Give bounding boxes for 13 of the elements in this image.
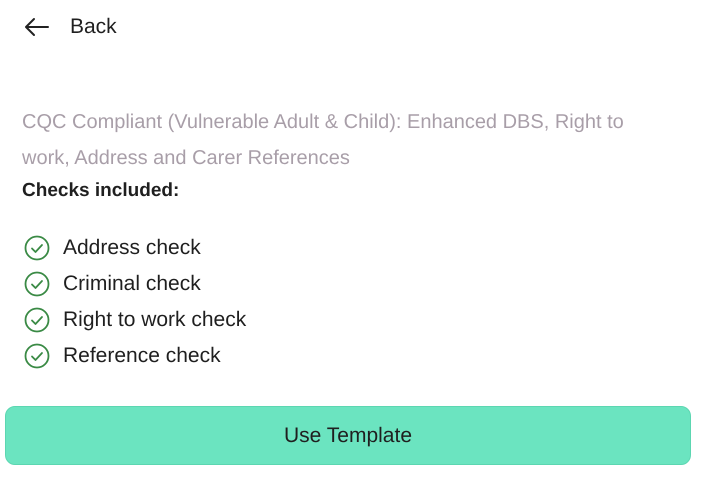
check-circle-icon xyxy=(24,343,50,369)
back-button[interactable]: Back xyxy=(24,12,117,42)
check-label: Address check xyxy=(63,235,201,262)
template-description: CQC Compliant (Vulnerable Adult & Child): Enhanced DBS, Right to work, Address and Carer References xyxy=(22,110,625,171)
check-label: Reference check xyxy=(63,343,221,370)
check-label: Criminal check xyxy=(63,271,201,298)
check-circle-icon xyxy=(24,235,50,261)
check-circle-icon xyxy=(24,307,50,333)
use-template-button[interactable]: Use Template xyxy=(5,406,691,465)
check-circle-icon xyxy=(24,271,50,297)
check-label: Right to work check xyxy=(63,307,246,334)
checks-heading: Checks included: xyxy=(22,179,180,203)
back-arrow-icon xyxy=(24,17,50,37)
